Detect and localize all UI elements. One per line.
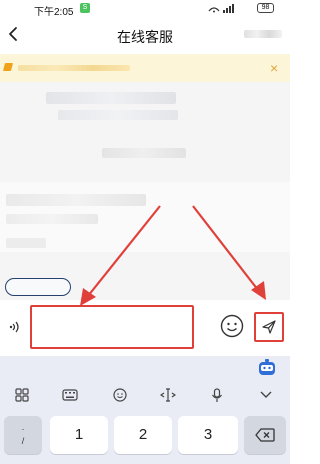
redacted-notice-text <box>18 65 130 71</box>
notification-app-icon: S <box>80 3 90 13</box>
send-icon <box>262 320 276 334</box>
microphone-icon[interactable] <box>208 386 226 404</box>
chat-input-bar <box>0 300 290 356</box>
status-time: 下午2:05 <box>34 7 74 18</box>
symbol-key-label-top: . <box>21 422 25 432</box>
backspace-icon <box>255 428 275 442</box>
symbol-key[interactable]: . / <box>4 416 42 454</box>
redacted-message <box>46 92 176 104</box>
emoji-icon[interactable] <box>220 314 244 338</box>
redacted-header-action <box>244 30 282 38</box>
emoji-icon[interactable] <box>111 386 129 404</box>
message-input[interactable] <box>30 305 194 349</box>
backspace-key[interactable] <box>244 416 286 454</box>
cursor-move-icon[interactable] <box>159 386 177 404</box>
close-icon[interactable]: × <box>270 60 278 76</box>
megaphone-icon <box>2 63 14 71</box>
key-2[interactable]: 2 <box>114 416 172 454</box>
soft-keyboard: . / 1 2 3 <box>0 356 290 464</box>
redacted-message <box>58 110 178 120</box>
status-bar: 下午2:05 S 98 <box>0 0 290 18</box>
keyboard-toolbar <box>0 384 290 406</box>
battery-indicator: 98 <box>257 3 274 13</box>
key-3[interactable]: 3 <box>178 416 238 454</box>
keyboard-icon[interactable] <box>61 386 79 404</box>
chat-message-list <box>0 82 290 300</box>
redacted-message <box>6 238 46 248</box>
nav-bar: 在线客服 <box>0 18 290 52</box>
key-1[interactable]: 1 <box>50 416 108 454</box>
symbol-key-label-bottom: / <box>21 436 25 446</box>
quick-reply-chip[interactable] <box>5 278 71 296</box>
redacted-message <box>6 194 146 206</box>
notice-banner: × <box>0 54 290 82</box>
grid-icon[interactable] <box>13 386 31 404</box>
voice-icon[interactable] <box>8 318 24 336</box>
signal-wifi-icon <box>208 4 234 13</box>
send-button[interactable] <box>254 312 284 342</box>
keyboard-mascot-icon[interactable] <box>257 359 277 377</box>
chevron-down-icon[interactable] <box>257 386 275 404</box>
redacted-message <box>102 148 186 158</box>
redacted-message <box>6 214 98 224</box>
